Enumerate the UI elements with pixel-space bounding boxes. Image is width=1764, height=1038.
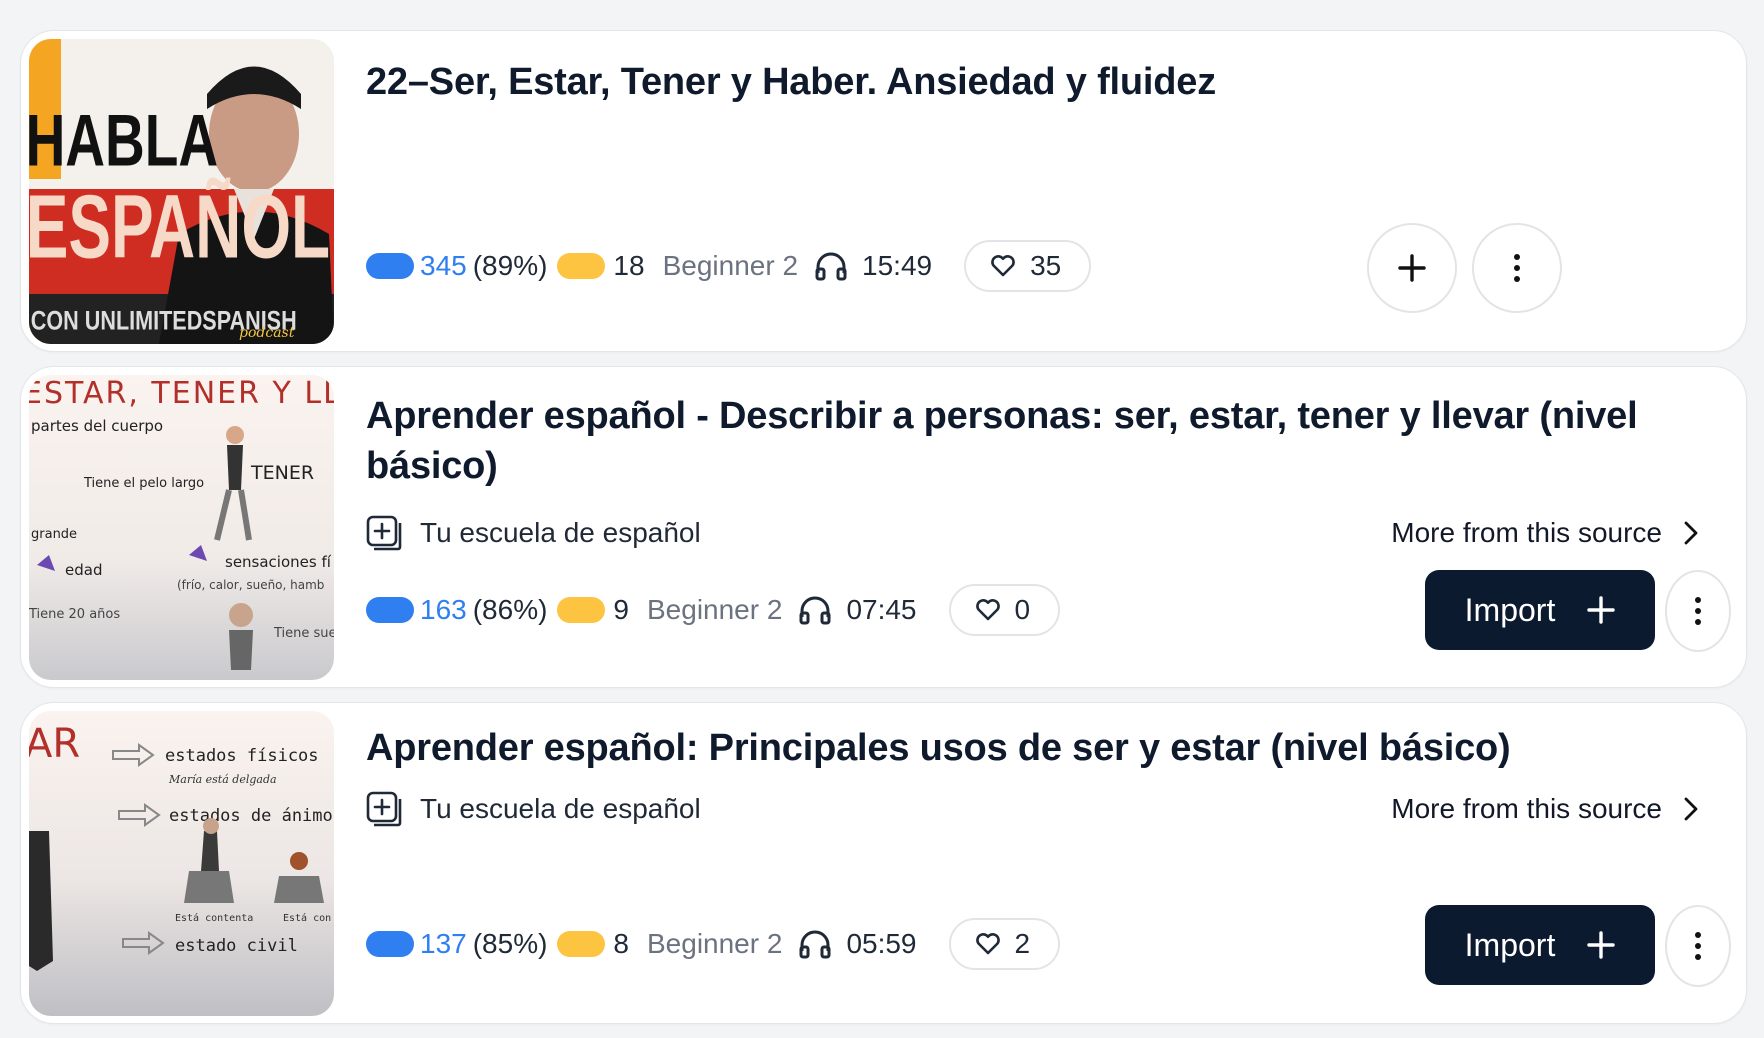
lesson-thumbnail[interactable]: AR estados físicos María está delgada es… (29, 711, 334, 1016)
import-button-label: Import (1464, 591, 1556, 628)
thumbnail-text: Tiene sue (273, 626, 334, 641)
lesson-duration: 07:45 (846, 594, 917, 625)
lingq-count: 9 (613, 594, 629, 625)
thumbnail-text: grande (31, 527, 77, 542)
like-button[interactable]: 2 (948, 918, 1061, 970)
import-button-label: Import (1464, 926, 1556, 963)
import-button[interactable]: Import (1425, 570, 1655, 650)
lingq-count: 8 (613, 928, 629, 959)
like-count: 0 (1014, 594, 1031, 625)
lingq-icon (557, 931, 606, 957)
lesson-level: Beginner 2 (662, 250, 799, 281)
thumbnail-text: estados físicos (165, 746, 319, 766)
known-words-icon (366, 931, 414, 957)
source-row: Tu escuela de español More from this sou… (366, 789, 1716, 829)
lesson-level: Beginner 2 (647, 594, 783, 625)
add-lesson-button[interactable] (1367, 223, 1457, 313)
lingq-count: 18 (613, 250, 645, 281)
known-words-percent: (86%) (472, 594, 548, 625)
more-vertical-icon (1695, 597, 1701, 625)
thumbnail-text: podcast (239, 325, 295, 341)
like-count: 35 (1030, 250, 1062, 281)
thumbnail-text: estado civil (175, 936, 298, 956)
lesson-title[interactable]: 22–Ser, Estar, Tener y Haber. Ansiedad y… (366, 57, 1716, 107)
lesson-card[interactable]: HABLA ESPAÑOL CON UNLIMITEDSPANISH podca… (20, 30, 1747, 352)
headphones-icon (799, 596, 831, 625)
lesson-level: Beginner 2 (647, 928, 783, 959)
more-options-button[interactable] (1472, 223, 1562, 313)
thumbnail-text: ESTAR, TENER Y LL (29, 376, 334, 411)
headphones-icon (799, 930, 831, 959)
thumbnail-text: ESPAÑOL (29, 176, 330, 277)
lingq-icon (557, 253, 606, 279)
like-button[interactable]: 35 (964, 240, 1092, 292)
lingq-icon (557, 597, 606, 623)
more-from-source-link[interactable]: More from this source (1391, 517, 1698, 549)
more-from-source-label: More from this source (1391, 793, 1662, 824)
source-name[interactable]: Tu escuela de español (420, 517, 701, 549)
known-words-percent: (89%) (472, 250, 548, 281)
lesson-duration: 15:49 (862, 250, 933, 281)
like-button[interactable]: 0 (948, 584, 1061, 636)
known-words-percent: (85%) (472, 928, 548, 959)
heart-icon (991, 255, 1015, 277)
thumbnail-text: María está delgada (168, 773, 277, 786)
known-words-count: 163 (420, 594, 467, 625)
more-from-source-label: More from this source (1391, 517, 1662, 548)
lesson-stats: 163 (86%) 9 Beginner 2 07:45 0 (366, 584, 1061, 636)
more-from-source-link[interactable]: More from this source (1391, 793, 1698, 825)
lesson-title[interactable]: Aprender español - Describir a personas:… (366, 391, 1716, 491)
lesson-stats: 137 (85%) 8 Beginner 2 05:59 2 (366, 918, 1061, 970)
more-vertical-icon (1514, 254, 1520, 282)
thumbnail-text: sensaciones fí (225, 553, 332, 571)
import-button[interactable]: Import (1425, 905, 1655, 985)
headphones-icon (815, 252, 847, 281)
more-options-button[interactable] (1665, 905, 1731, 987)
known-words-count: 137 (420, 928, 467, 959)
known-words-icon (366, 597, 414, 623)
source-name[interactable]: Tu escuela de español (420, 793, 701, 825)
source-plus-icon[interactable] (366, 791, 402, 827)
thumbnail-image: HABLA ESPAÑOL CON UNLIMITEDSPANISH podca… (29, 39, 334, 344)
heart-icon (975, 933, 1000, 955)
thumbnail-text: AR (29, 721, 80, 767)
more-options-button[interactable] (1665, 570, 1731, 652)
thumbnail-text: Está contenta (175, 912, 253, 924)
chevron-right-icon (1684, 797, 1698, 821)
more-vertical-icon (1695, 932, 1701, 960)
source-plus-icon[interactable] (366, 515, 402, 551)
known-words-icon (366, 253, 414, 279)
thumbnail-image: AR estados físicos María está delgada es… (29, 711, 334, 1016)
thumbnail-text: Tiene 20 años (29, 607, 120, 622)
lesson-thumbnail[interactable]: ESTAR, TENER Y LL partes del cuerpo Tien… (29, 375, 334, 680)
lesson-card[interactable]: AR estados físicos María está delgada es… (20, 702, 1747, 1024)
plus-icon (1587, 596, 1616, 624)
lesson-stats: 345 (89%) 18 Beginner 2 15:49 35 (366, 240, 1092, 292)
lesson-thumbnail[interactable]: HABLA ESPAÑOL CON UNLIMITEDSPANISH podca… (29, 39, 334, 344)
thumbnail-text: (frío, calor, sueño, hamb (177, 578, 324, 592)
thumbnail-text: estados de ánimo (169, 806, 333, 826)
thumbnail-image: ESTAR, TENER Y LL partes del cuerpo Tien… (29, 375, 334, 680)
heart-icon (975, 599, 1000, 621)
known-words-count: 345 (420, 250, 467, 281)
thumbnail-text: Tiene el pelo largo (83, 476, 204, 491)
thumbnail-text: TENER (250, 462, 314, 484)
lesson-card[interactable]: ESTAR, TENER Y LL partes del cuerpo Tien… (20, 366, 1747, 688)
plus-icon (1398, 254, 1426, 282)
thumbnail-text: HABLA (29, 99, 218, 182)
thumbnail-text: edad (65, 561, 102, 579)
like-count: 2 (1014, 928, 1031, 959)
chevron-right-icon (1684, 521, 1698, 545)
lesson-duration: 05:59 (846, 928, 917, 959)
lesson-title[interactable]: Aprender español: Principales usos de se… (366, 723, 1716, 773)
source-row: Tu escuela de español More from this sou… (366, 513, 1716, 553)
thumbnail-text: Está con (283, 912, 331, 924)
thumbnail-text: partes del cuerpo (31, 417, 163, 435)
plus-icon (1587, 931, 1616, 959)
